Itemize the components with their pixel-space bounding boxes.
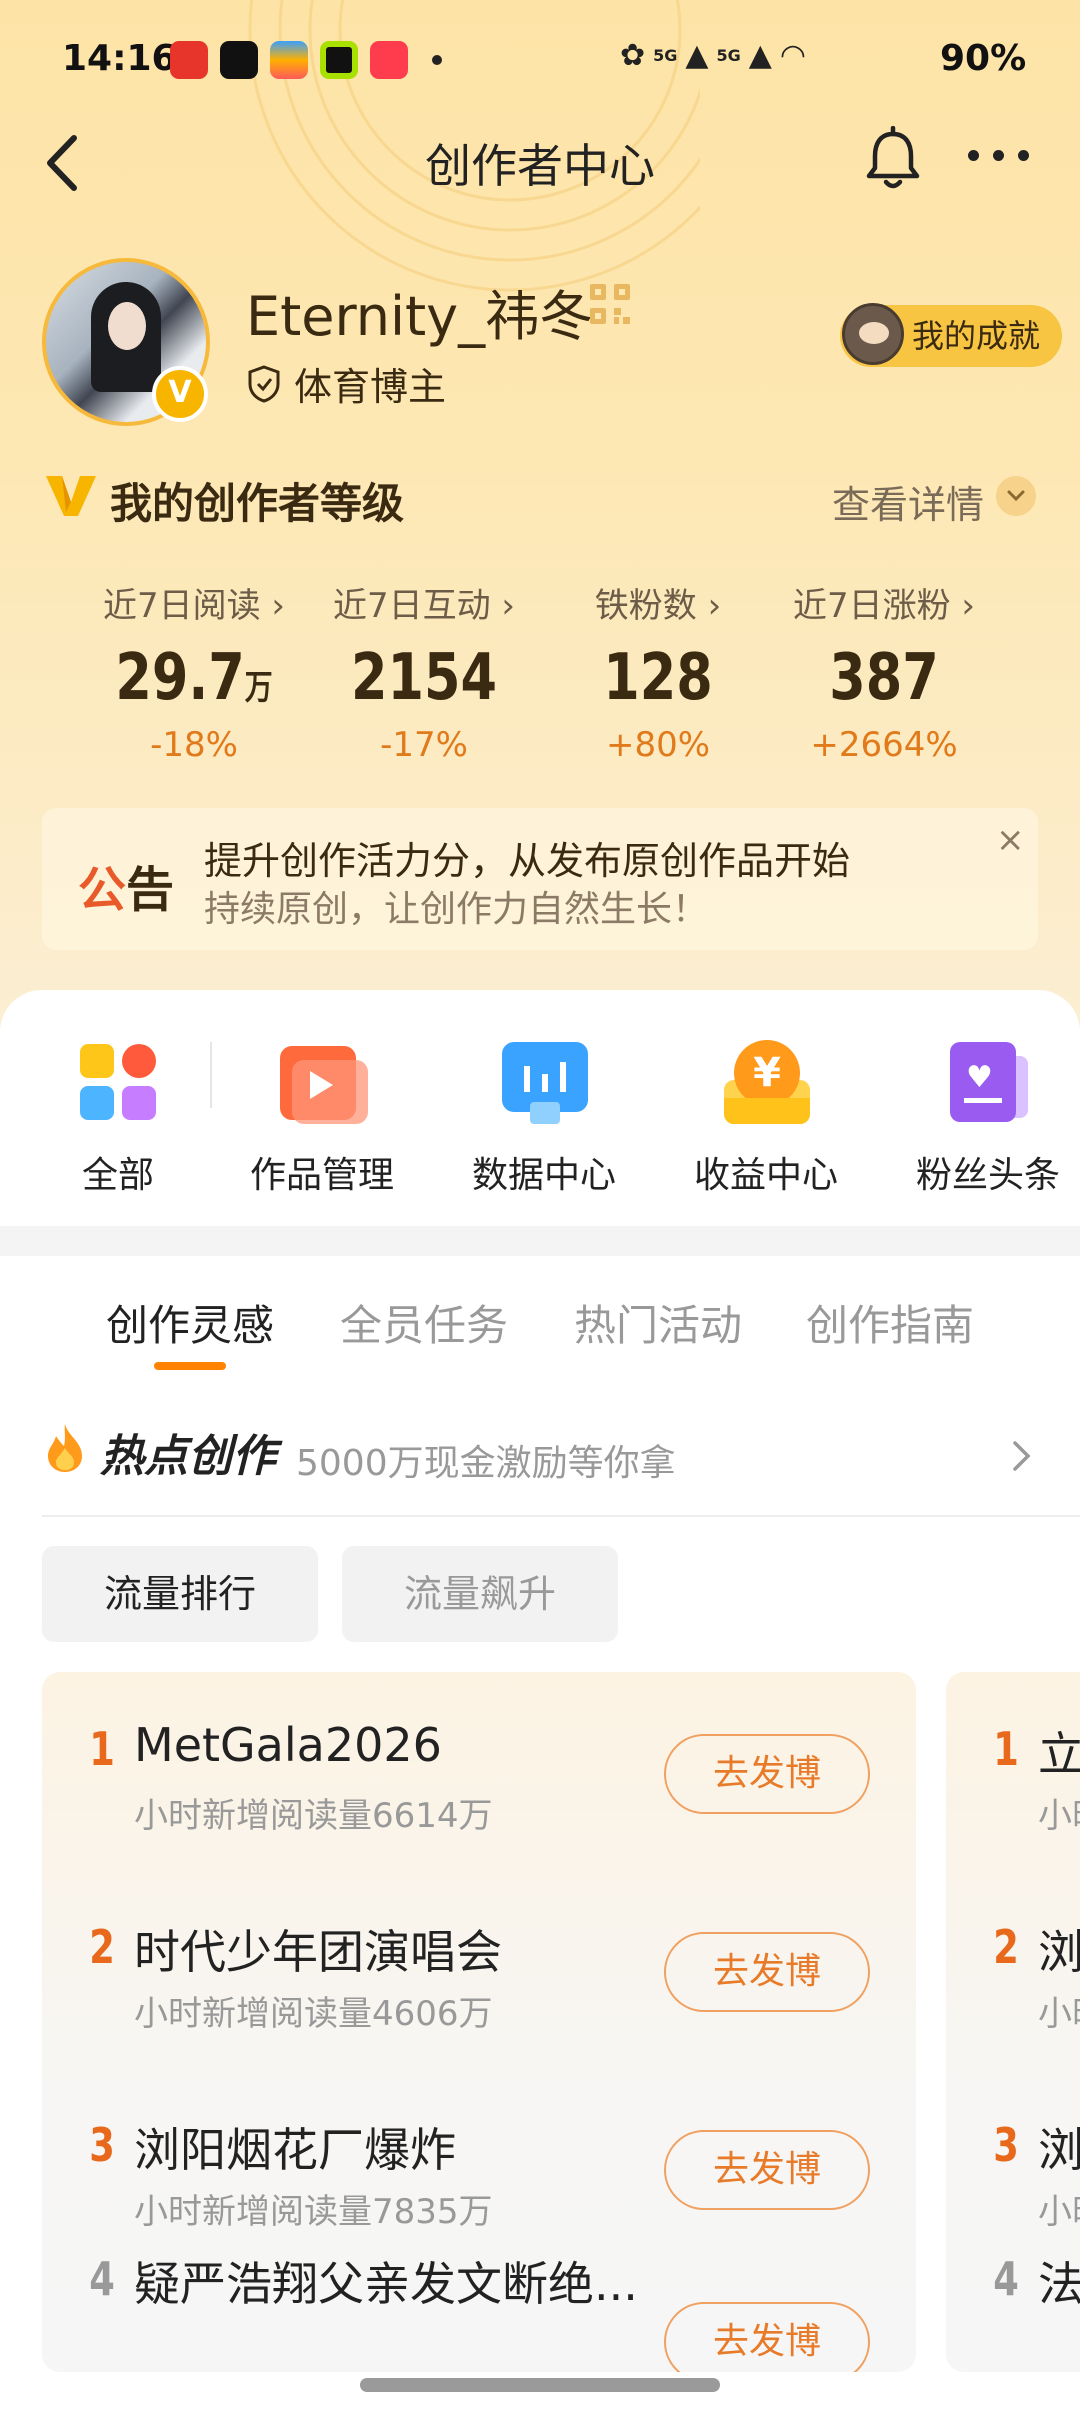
active-tab-indicator [154,1362,226,1370]
battery-level: 90% [940,38,1027,79]
verified-v-icon: V [152,366,208,422]
trending-list-card-2: 1 立 小时 2 浏 小时 3 浏 小时 4 法 [946,1672,1080,2372]
tab-creation-guide[interactable]: 创作指南 [806,1292,974,1353]
signal-icon: ▲ [685,38,709,73]
stat-change: -17% [380,725,468,765]
status-time: 14:16 [62,38,177,79]
yuan-coin-icon: ¥ [720,1036,812,1128]
heart-card-icon: ♥ [942,1036,1034,1128]
bar-chart-icon [498,1036,590,1128]
tool-fans-headline[interactable]: ♥ 粉丝头条 [888,1036,1080,1198]
shield-icon [248,364,280,403]
stat-value: 2154 [350,641,498,715]
announcement-line2: 持续原创，让创作力自然生长！ [204,889,709,930]
stat-value: 29.7万 [115,641,273,715]
tool-shortcuts: 全部 作品管理 数据中心 ¥ 收益中心 ♥ 粉丝头条 [0,990,1080,1226]
signal-5g-1: 5G [653,45,678,65]
stat-change: -18% [150,725,238,765]
tab-all-member-tasks[interactable]: 全员任务 [340,1292,508,1353]
list-item[interactable]: 2 浏 小时 [946,1870,1080,2068]
announcement-line1: 提升创作活力分，从发布原创作品开始 [204,839,851,883]
stat-change: +2664% [810,725,958,765]
tool-works-management[interactable]: 作品管理 [222,1036,422,1198]
achievement-label: 我的成就 [912,317,1041,355]
shop-app-icon [370,41,408,79]
bell-icon[interactable] [862,126,924,192]
hot-creation-subtitle: 5000万现金激励等你拿 [296,1443,676,1484]
app-notification-icon [170,41,208,79]
verified-label: 体育博主 [294,365,447,409]
chip-traffic-ranking[interactable]: 流量排行 [42,1546,318,1642]
list-item[interactable]: 2 时代少年团演唱会 小时新增阅读量4606万 去发博 [42,1870,916,2068]
username: Eternity_祎冬 [246,285,594,348]
announcement-tag: 公告 [78,862,175,918]
wifi-icon: ◠ [779,38,807,73]
tab-creative-inspiration[interactable]: 创作灵感 [106,1292,274,1353]
chevron-down-icon[interactable] [996,476,1036,516]
view-details-link[interactable]: 查看详情 [832,474,984,529]
verification-info: 体育博主 [246,356,446,411]
status-icons: ✿ 5G ▲ 5G ▲ ◠ [620,38,806,73]
hot-creation-title: 热点创作 [100,1431,276,1482]
chevron-right-icon[interactable] [1010,1438,1034,1474]
my-achievements-button[interactable]: 我的成就 [840,303,1063,367]
video-play-icon [276,1036,368,1128]
achievement-badge-icon [842,303,904,365]
list-item[interactable]: 1 MetGala2026 小时新增阅读量6614万 去发博 [42,1672,916,1870]
green-app-icon [320,41,358,79]
wallet-icon [270,41,308,79]
stat-iron-fans[interactable]: 铁粉数 › 128 +80% [538,578,778,765]
stat-label: 近7日涨粉 › [792,586,976,626]
signal-5g-2: 5G [716,45,741,65]
more-notifications-dot [432,55,442,65]
more-options-icon[interactable] [968,150,1029,161]
tab-hot-events[interactable]: 热门活动 [574,1292,742,1353]
post-weibo-button[interactable]: 去发博 [664,1734,870,1814]
creator-level-title: 我的创作者等级 [110,479,405,528]
stat-new-fans[interactable]: 近7日涨粉 › 387 +2664% [764,578,1004,765]
announcement-banner[interactable]: 公告 提升创作活力分，从发布原创作品开始 持续原创，让创作力自然生长！ × [42,808,1038,950]
section-divider [0,1226,1080,1256]
signal-icon: ▲ [748,38,772,73]
post-weibo-button[interactable]: 去发博 [664,2302,870,2372]
notification-app-icons [170,41,442,79]
stat-change: +80% [605,725,711,765]
fire-icon [48,1424,82,1472]
creator-level-icon [46,476,96,516]
stat-label: 近7日阅读 › [102,586,286,626]
divider [42,1515,1080,1517]
status-bar: 14:16 ✿ 5G ▲ 5G ▲ ◠ 90% [0,28,1080,98]
divider [210,1042,212,1108]
grid-icon [72,1036,164,1128]
tool-earnings-center[interactable]: ¥ 收益中心 [666,1036,866,1198]
tool-all[interactable]: 全部 [18,1036,218,1198]
tool-data-center[interactable]: 数据中心 [444,1036,644,1198]
chip-traffic-surge[interactable]: 流量飙升 [342,1546,618,1642]
tiktok-icon [220,41,258,79]
stat-value: 387 [829,641,939,715]
sticker-icon: ✿ [620,38,646,73]
stat-label: 近7日互动 › [332,586,516,626]
qr-code-icon[interactable] [588,282,632,326]
close-icon[interactable]: × [996,820,1025,860]
stat-reads[interactable]: 近7日阅读 › 29.7万 -18% [74,578,314,765]
stat-interactions[interactable]: 近7日互动 › 2154 -17% [304,578,544,765]
trending-list-card: 1 MetGala2026 小时新增阅读量6614万 去发博 2 时代少年团演唱… [42,1672,916,2372]
post-weibo-button[interactable]: 去发博 [664,1932,870,2012]
list-item[interactable]: 4 法 [946,2202,1080,2372]
home-indicator[interactable] [360,2378,720,2392]
list-item[interactable]: 1 立 小时 [946,1672,1080,1870]
list-item[interactable]: 4 疑严浩翔父亲发文断绝... 去发博 [42,2202,916,2372]
post-weibo-button[interactable]: 去发博 [664,2130,870,2210]
stat-label: 铁粉数 › [594,586,722,626]
stat-value: 128 [603,641,713,715]
